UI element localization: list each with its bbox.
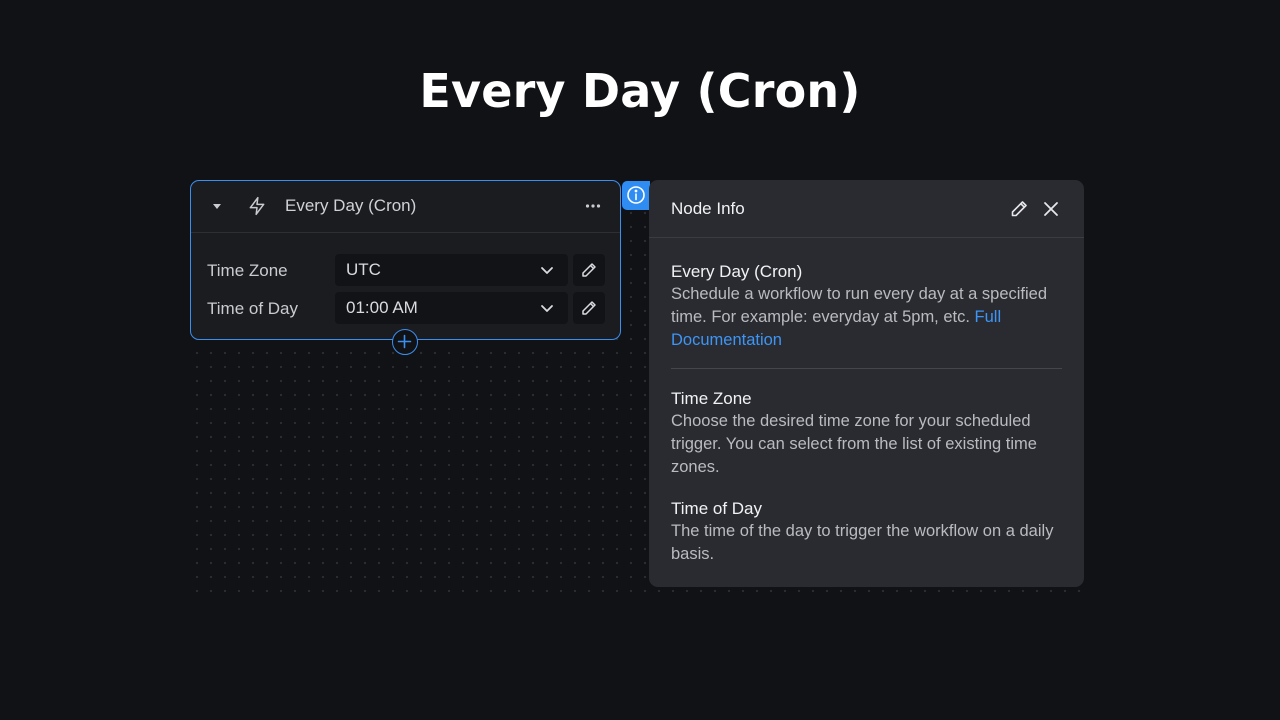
intro-text: Schedule a workflow to run every day at … — [671, 283, 1063, 352]
plus-icon — [397, 334, 412, 349]
node-info-panel: Node Info Every Day (Cron) Schedule a wo… — [649, 180, 1084, 587]
intro-section: Every Day (Cron) Schedule a workflow to … — [671, 260, 1063, 352]
lightning-bolt-icon — [249, 196, 265, 216]
time-zone-value: UTC — [346, 260, 381, 279]
time-of-day-edit-button[interactable] — [573, 292, 605, 324]
time-zone-select[interactable]: UTC — [335, 254, 568, 286]
info-icon — [627, 186, 645, 204]
node-title: Every Day (Cron) — [285, 196, 417, 215]
divider — [671, 368, 1062, 369]
time-of-day-section: Time of Day The time of the day to trigg… — [671, 497, 1063, 566]
time-of-day-section-title: Time of Day — [671, 499, 763, 518]
time-of-day-select[interactable]: 01:00 AM — [335, 292, 568, 324]
pencil-icon — [582, 263, 596, 277]
intro-title: Every Day (Cron) — [671, 262, 803, 281]
time-of-day-label: Time of Day — [207, 299, 299, 318]
node-header: Every Day (Cron) — [191, 181, 620, 233]
more-options-icon[interactable] — [584, 197, 602, 215]
node-info-toggle[interactable] — [622, 181, 650, 210]
time-of-day-row: Time of Day 01:00 AM — [191, 292, 620, 324]
time-of-day-value: 01:00 AM — [346, 298, 418, 317]
time-zone-section: Time Zone Choose the desired time zone f… — [671, 387, 1063, 479]
time-zone-edit-button[interactable] — [573, 254, 605, 286]
close-icon[interactable] — [1042, 200, 1060, 218]
chevron-down-icon — [541, 267, 553, 274]
add-node-button[interactable] — [392, 329, 418, 355]
caret-down-icon[interactable] — [213, 204, 221, 209]
time-zone-section-text: Choose the desired time zone for your sc… — [671, 412, 1037, 476]
page-title: Every Day (Cron) — [419, 64, 861, 118]
time-of-day-section-text: The time of the day to trigger the workf… — [671, 522, 1054, 563]
pencil-icon[interactable] — [1010, 200, 1028, 218]
panel-header: Node Info — [649, 180, 1084, 238]
time-zone-label: Time Zone — [207, 261, 288, 280]
time-zone-row: Time Zone UTC — [191, 254, 620, 286]
cron-node[interactable]: Every Day (Cron) Time Zone UTC Time of D… — [190, 180, 621, 340]
pencil-icon — [582, 301, 596, 315]
time-zone-section-title: Time Zone — [671, 389, 752, 408]
chevron-down-icon — [541, 305, 553, 312]
panel-title: Node Info — [671, 199, 745, 218]
